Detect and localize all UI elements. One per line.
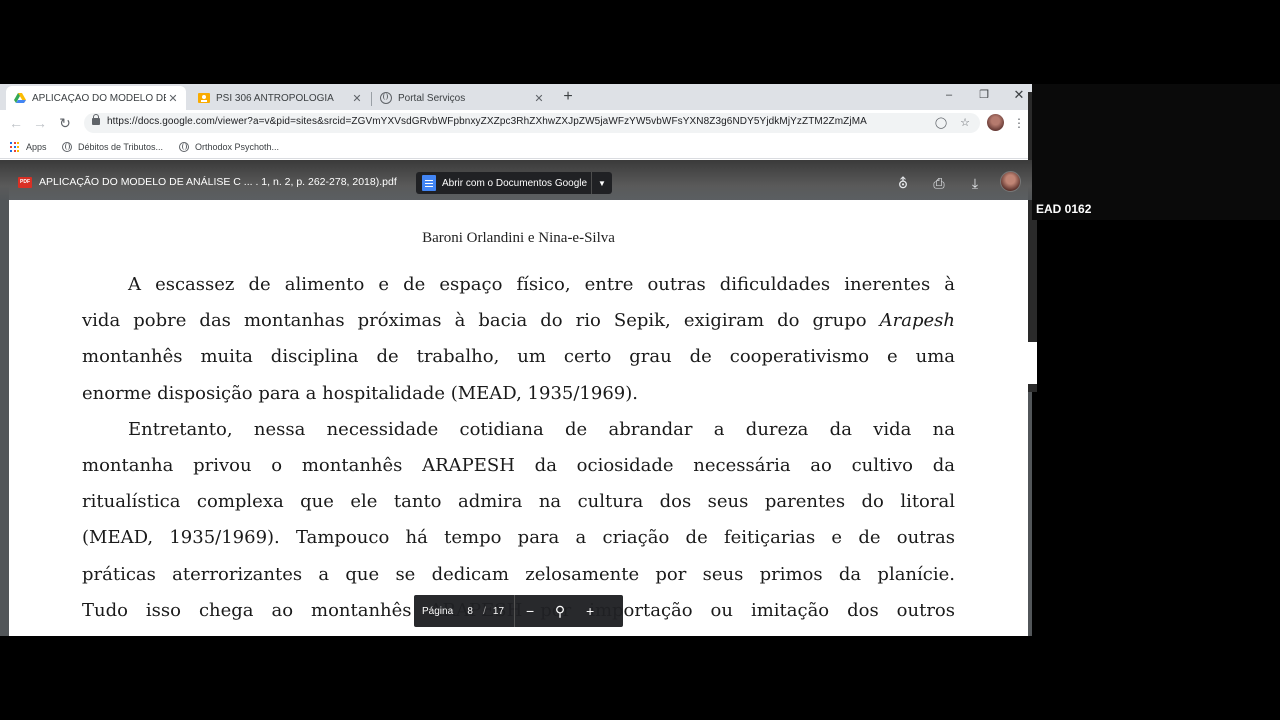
url-text[interactable]: https://docs.google.com/viewer?a=v&pid=s… <box>107 116 867 127</box>
text-line: ritualística complexa que ele tanto admi… <box>82 491 955 513</box>
tab-psi306[interactable]: PSI 306 ANTROPOLOGIA ✕ <box>190 86 370 110</box>
tab-portal-servicos[interactable]: Portal Serviços ✕ <box>372 86 552 110</box>
zoom-out-button[interactable]: − <box>515 603 545 619</box>
browser-menu-icon[interactable]: ⋮ <box>1013 114 1025 132</box>
running-head: Baroni Orlandini e Nina-e-Silva <box>422 230 615 246</box>
close-tab-icon[interactable]: ✕ <box>166 92 180 105</box>
classroom-icon <box>198 93 210 103</box>
text-line: montanhês muita disciplina de trabalho, … <box>82 346 955 368</box>
text-line: enorme disposição para a hospitalidade (… <box>82 382 638 404</box>
participant-name-label: EAD 0162 <box>1036 202 1092 216</box>
download-icon[interactable]: ⤓ <box>965 174 985 192</box>
caret-down-icon[interactable]: ▼ <box>592 179 612 188</box>
bookmarks-bar: Apps Débitos de Tributos... Orthodox Psy… <box>0 136 1032 159</box>
bookmark-debitos[interactable]: Débitos de Tributos... <box>62 140 163 154</box>
tab-aplicacao[interactable]: APLICAÇÃO DO MODELO DE ANÁ ✕ <box>6 86 186 110</box>
forward-button[interactable]: → <box>31 114 49 132</box>
open-with-label: Abrir com o Documentos Google <box>442 177 588 189</box>
bookmark-label: Apps <box>26 142 47 152</box>
tracking-blocked-icon[interactable]: ◯ <box>933 115 949 131</box>
total-pages: 17 <box>492 605 505 617</box>
viewer-header: PDF APLICAÇÃO DO MODELO DE ANÁLISE C ...… <box>0 160 1032 200</box>
apps-grid-icon <box>10 142 20 152</box>
account-avatar[interactable] <box>1000 171 1021 192</box>
close-tab-icon[interactable]: ✕ <box>532 92 546 105</box>
pdf-file-icon: PDF <box>18 177 32 188</box>
reload-button[interactable]: ↻ <box>56 114 74 132</box>
page-navigation-bar: Página 8 / 17 − ⚲ + <box>414 595 623 627</box>
document-title: APLICAÇÃO DO MODELO DE ANÁLISE C ... . 1… <box>39 176 397 188</box>
globe-icon <box>62 142 72 152</box>
pdf-viewer: PDF APLICAÇÃO DO MODELO DE ANÁLISE C ...… <box>0 160 1032 636</box>
bookmark-star-icon[interactable]: ☆ <box>957 115 973 131</box>
page-label: Página <box>422 605 454 617</box>
tab-label: Portal Serviços <box>398 92 466 104</box>
bookmark-label: Débitos de Tributos... <box>78 142 164 152</box>
page-separator: / <box>483 605 486 617</box>
address-bar[interactable]: https://docs.google.com/viewer?a=v&pid=s… <box>84 113 980 133</box>
google-drive-icon <box>14 93 26 103</box>
back-button[interactable]: ← <box>7 114 25 132</box>
browser-toolbar: ← → ↻ https://docs.google.com/viewer?a=v… <box>0 110 1032 136</box>
text-line: práticas aterrorizantes a que se dedicam… <box>82 563 955 585</box>
lock-icon <box>92 114 100 125</box>
tab-label: PSI 306 ANTROPOLOGIA <box>216 92 334 104</box>
pdf-page: Baroni Orlandini e Nina-e-Silva A escass… <box>9 170 1028 636</box>
minimize-button[interactable]: – <box>934 84 964 106</box>
print-icon[interactable]: ⎙ <box>929 174 949 192</box>
text-line: A escassez de alimento e de espaço físic… <box>128 274 955 295</box>
text-line: Entretanto, nessa necessidade cotidiana … <box>128 418 955 440</box>
profile-avatar[interactable] <box>987 114 1004 131</box>
globe-icon <box>380 92 392 104</box>
bookmark-orthodox[interactable]: Orthodox Psychoth... <box>179 140 279 154</box>
open-with-docs-button[interactable]: Abrir com o Documentos Google ▼ <box>416 172 612 194</box>
browser-window: APLICAÇÃO DO MODELO DE ANÁ ✕ PSI 306 ANT… <box>0 84 1032 636</box>
google-docs-icon <box>422 175 436 191</box>
webcam-panel <box>1032 84 1280 220</box>
tab-strip: APLICAÇÃO DO MODELO DE ANÁ ✕ PSI 306 ANT… <box>0 84 1032 110</box>
bookmark-label: Orthodox Psychoth... <box>195 142 280 152</box>
new-tab-button[interactable]: + <box>560 88 576 106</box>
close-tab-icon[interactable]: ✕ <box>350 92 364 105</box>
paragraph: A escassez de alimento e de espaço físic… <box>82 267 955 412</box>
add-to-drive-icon[interactable]: ⛢ <box>893 174 913 192</box>
text-line: vida pobre das montanhas próximas à baci… <box>82 310 955 332</box>
bookmark-apps[interactable]: Apps <box>10 140 47 154</box>
zoom-icon: ⚲ <box>554 602 566 619</box>
page-body: A escassez de alimento e de espaço físic… <box>82 267 955 629</box>
scrollbar-thumb[interactable] <box>1028 342 1037 384</box>
restore-button[interactable]: ❐ <box>969 84 999 106</box>
zoom-in-button[interactable]: + <box>575 603 605 619</box>
text-line: montanha privou o montanhês ARAPESH da o… <box>82 455 955 477</box>
current-page-input[interactable]: 8 <box>464 606 476 617</box>
globe-icon <box>179 142 189 152</box>
tab-label: APLICAÇÃO DO MODELO DE ANÁ <box>32 92 166 104</box>
text-line: (MEAD, 1935/1969). Tampouco há tempo par… <box>82 527 955 549</box>
